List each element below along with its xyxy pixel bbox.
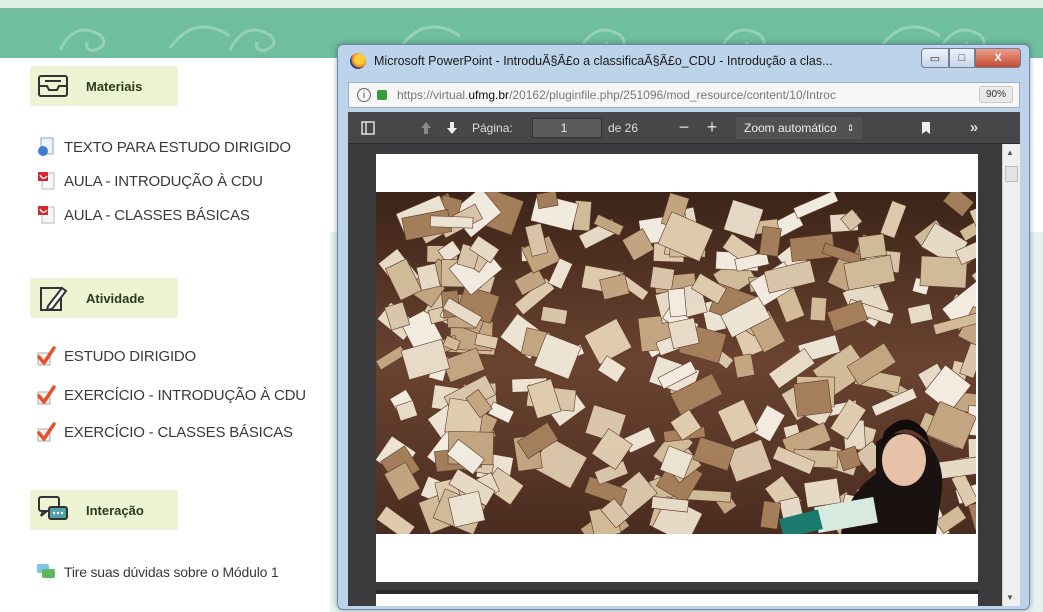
zoom-in-icon[interactable]: + <box>702 117 722 139</box>
checkmark-icon <box>36 422 56 442</box>
section-header-atividade: Atividade <box>30 278 178 318</box>
zoom-out-icon[interactable]: − <box>674 117 694 139</box>
activity-label[interactable]: EXERCÍCIO - CLASSES BÁSICAS <box>64 424 293 441</box>
next-page-icon[interactable] <box>442 117 462 139</box>
section-title: Atividade <box>86 290 145 306</box>
chat-bubbles-icon <box>32 492 74 528</box>
popup-window: Microsoft PowerPoint - IntroduÃ§Ã£o a cl… <box>337 44 1030 610</box>
resource-aula-introducao[interactable]: AULA - INTRODUÇÃO À CDU <box>36 169 263 193</box>
slide-photo-books <box>376 192 976 534</box>
pdf-page-area <box>348 144 1002 606</box>
dropdown-arrows-icon: ⇕ <box>846 122 855 133</box>
sidebar-toggle-icon[interactable] <box>358 117 378 139</box>
info-icon[interactable]: i <box>357 88 371 102</box>
pdf-icon <box>36 171 56 191</box>
lock-icon <box>377 90 387 100</box>
window-title: Microsoft PowerPoint - IntroduÃ§Ã£o a cl… <box>374 54 833 68</box>
page-total: de 26 <box>608 120 639 135</box>
address-bar[interactable]: i https://virtual.ufmg.br/20162/pluginfi… <box>348 82 1020 108</box>
scroll-up-icon[interactable]: ▲ <box>1006 148 1014 157</box>
checkmark-icon <box>36 385 56 405</box>
resource-label[interactable]: AULA - CLASSES BÁSICAS <box>64 207 250 224</box>
window-titlebar[interactable]: Microsoft PowerPoint - IntroduÃ§Ã£o a cl… <box>338 45 1029 77</box>
window-controls: ▭ □ X <box>921 48 1021 68</box>
close-button[interactable]: X <box>975 48 1021 68</box>
bookmark-icon[interactable] <box>916 117 936 139</box>
checkmark-icon <box>36 346 56 366</box>
activity-estudo-dirigido[interactable]: ESTUDO DIRIGIDO <box>36 344 196 368</box>
section-header-interacao: Interação <box>30 490 178 530</box>
page-label: Página: <box>472 120 513 135</box>
document-icon <box>36 137 56 157</box>
firefox-icon <box>350 53 366 69</box>
books-illustration <box>376 192 976 534</box>
tools-menu-icon[interactable]: » <box>962 117 986 139</box>
pdf-viewer: Página: 1 de 26 − + Zoom automático ⇕ » <box>348 112 1020 606</box>
resource-label[interactable]: AULA - INTRODUÇÃO À CDU <box>64 173 263 190</box>
scroll-down-icon[interactable]: ▼ <box>1006 593 1014 602</box>
pdf-icon <box>36 205 56 225</box>
zoom-indicator[interactable]: 90% <box>978 86 1013 103</box>
section-title: Materiais <box>86 78 143 94</box>
zoom-select[interactable]: Zoom automático ⇕ <box>736 116 863 139</box>
pdf-next-page <box>376 590 978 606</box>
activity-exercicio-classes[interactable]: EXERCÍCIO - CLASSES BÁSICAS <box>36 420 293 444</box>
page-number-input[interactable]: 1 <box>532 117 602 138</box>
forum-icon <box>36 562 56 582</box>
activity-label[interactable]: ESTUDO DIRIGIDO <box>64 348 196 365</box>
resource-label[interactable]: TEXTO PARA ESTUDO DIRIGIDO <box>64 139 291 156</box>
forum-label[interactable]: Tire suas dúvidas sobre o Módulo 1 <box>64 564 279 580</box>
resource-texto-estudo[interactable]: TEXTO PARA ESTUDO DIRIGIDO <box>36 135 291 159</box>
maximize-button[interactable]: □ <box>949 48 975 68</box>
section-header-materiais: Materiais <box>30 66 178 106</box>
url-text[interactable]: https://virtual.ufmg.br/20162/pluginfile… <box>397 88 962 102</box>
minimize-button[interactable]: ▭ <box>921 48 949 68</box>
section-title: Interação <box>86 502 144 518</box>
pen-paper-icon <box>32 280 74 316</box>
vertical-scrollbar[interactable]: ▲ ▼ <box>1002 144 1020 606</box>
pdf-toolbar: Página: 1 de 26 − + Zoom automático ⇕ » <box>348 112 1020 144</box>
resource-aula-classes[interactable]: AULA - CLASSES BÁSICAS <box>36 203 250 227</box>
previous-page-icon[interactable] <box>416 117 436 139</box>
forum-tire-duvidas[interactable]: Tire suas dúvidas sobre o Módulo 1 <box>36 560 279 584</box>
pdf-page <box>376 154 978 582</box>
activity-label[interactable]: EXERCÍCIO - INTRODUÇÃO À CDU <box>64 387 306 404</box>
scroll-thumb[interactable] <box>1005 166 1018 182</box>
activity-exercicio-introducao[interactable]: EXERCÍCIO - INTRODUÇÃO À CDU <box>36 383 306 407</box>
inbox-tray-icon <box>32 68 74 104</box>
